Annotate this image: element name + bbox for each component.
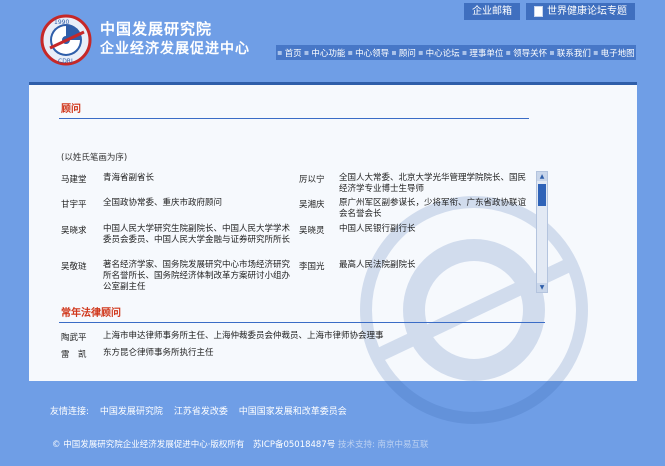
advisor-name: 吴湘庆 [299,200,325,210]
copyright-text: © 中国发展研究院企业经济发展促进中心·版权所有 苏ICP备05018487号 [52,440,336,450]
advisor-title: 最高人民法院副院长 [339,260,416,270]
nav-center-functions[interactable]: 中心功能 [311,47,345,59]
link-china-development-institute[interactable]: 中国发展研究院 [100,407,163,417]
nav-leader-care[interactable]: 领导关怀 [513,47,547,59]
advisor-title: 中国人民大学研究生院副院长、中国人民大学学术委员会委员、中国人民大学金融与证券研… [103,224,291,245]
advisor-name: 吴敬琏 [61,262,87,272]
site-header: 1990 CDRI 中国发展研究院 企业经济发展促进中心 企业邮箱 世界健康论坛… [0,0,665,66]
legal-advisor-title: 上海市申达律师事务所主任、上海仲裁委员会仲裁员、上海市律师协会理事 [103,331,384,341]
legal-advisor-name: 陶武平 [61,333,87,343]
advisor-name: 甘宇平 [61,200,87,210]
site-title-line2: 企业经济发展促进中心 [100,41,250,57]
scroll-thumb[interactable] [538,184,546,206]
advisor-title: 原广州军区副参谋长，少将军衔、广东省政协联谊会名誉会长 [339,198,527,219]
top-links: 企业邮箱 世界健康论坛专题 [464,3,635,20]
advisor-title: 全国人大常委、北京大学光华管理学院院长、国民经济学专业博士生导师 [339,173,527,194]
nav-center-leaders[interactable]: 中心领导 [355,47,389,59]
advisor-title: 青海省副省长 [103,173,155,183]
legal-advisor-title: 东方昆仑律师事务所执行主任 [103,348,214,358]
link-jiangsu-drc[interactable]: 江苏省发改委 [174,407,228,417]
legal-divider [59,322,545,323]
advisor-title: 中国人民银行副行长 [339,224,416,234]
enterprise-mail-label: 企业邮箱 [472,6,512,17]
content-panel: 顾问 (以姓氏笔画为序) 马建堂 青海省副省长 厉以宁 全国人大常委、北京大学光… [29,82,637,424]
logo-ring-text: CDRI [58,58,73,65]
nav-contact-us[interactable]: 联系我们 [557,47,591,59]
nav-center-forum[interactable]: 中心论坛 [426,47,460,59]
friendly-links-label: 友情连接: [50,407,90,417]
copyright: © 中国发展研究院企业经济发展促进中心·版权所有 苏ICP备05018487号 … [52,438,429,450]
cdri-logo-icon[interactable]: 1990 CDRI [40,14,92,66]
logo-ring-year: 1990 [54,19,69,26]
site-title-line1: 中国发展研究院 [100,20,213,38]
cdri-watermark-icon [360,196,588,424]
link-ndrc[interactable]: 中国国家发展和改革委员会 [239,407,347,417]
advisor-name: 马建堂 [61,175,87,185]
legal-advisor-name: 雷 凯 [61,350,87,360]
nav-council-members[interactable]: 理事单位 [469,47,503,59]
world-health-forum-link[interactable]: 世界健康论坛专题 [526,3,635,20]
nav-home[interactable]: 首页 [285,47,302,59]
enterprise-mail-link[interactable]: 企业邮箱 [464,3,520,20]
legal-section-title: 常年法律顾问 [61,308,121,319]
advisor-name: 吴晓求 [61,226,87,236]
scroll-up-icon[interactable]: ▲ [537,172,547,181]
world-health-forum-label: 世界健康论坛专题 [547,6,627,17]
nav-advisors[interactable]: 顾问 [399,47,416,59]
sort-note: (以姓氏笔画为序) [61,153,128,163]
advisor-title: 著名经济学家、国务院发展研究中心市场经济研究所名誉所长、国务院经济体制改革方案研… [103,260,291,292]
advisors-section-title: 顾问 [61,104,81,115]
advisor-name: 吴晓灵 [299,226,325,236]
advisor-name: 厉以宁 [299,175,325,185]
document-icon [534,6,543,17]
advisor-name: 李国光 [299,262,325,272]
scroll-down-icon[interactable]: ▼ [537,283,547,292]
friendly-links: 友情连接: 中国发展研究院 江苏省发改委 中国国家发展和改革委员会 [50,404,355,417]
main-nav: ▪ 首页 ▪ 中心功能 ▪ 中心领导 ▪ 顾问 ▪ 中心论坛 ▪ 理事单位 ▪ … [276,45,636,60]
advisor-title: 全国政协常委、重庆市政府顾问 [103,198,223,208]
nav-electronic-map[interactable]: 电子地图 [601,47,635,59]
advisors-scrollbar[interactable]: ▲ ▼ [536,171,548,293]
advisors-divider [59,118,529,119]
tech-support-link[interactable]: 技术支持: 南京中易互联 [338,440,429,450]
